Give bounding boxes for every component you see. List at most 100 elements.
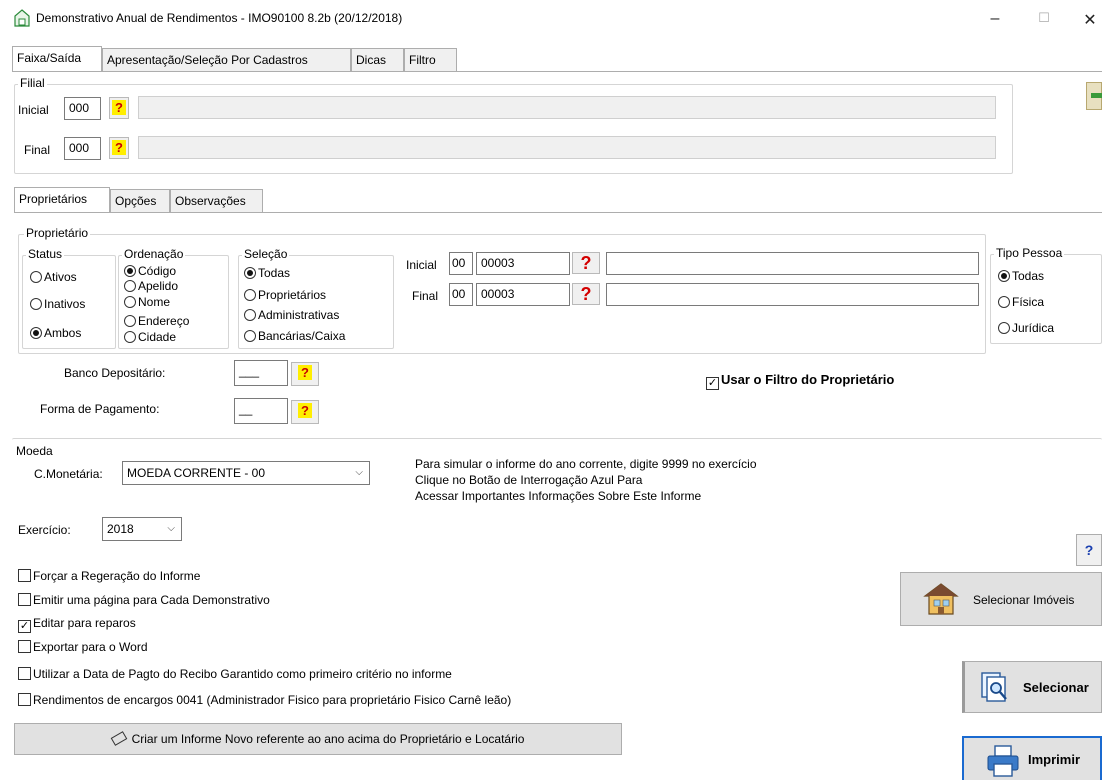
side-panel-icon[interactable] xyxy=(1086,82,1102,110)
filial-inicial-input[interactable]: 000 xyxy=(64,97,101,120)
checkbox-checked-icon: ✓ xyxy=(706,377,719,390)
eraser-icon xyxy=(110,731,127,746)
filial-final-input[interactable]: 000 xyxy=(64,137,101,160)
imprimir-button[interactable]: Imprimir xyxy=(962,736,1102,780)
forma-help-button[interactable]: ? xyxy=(291,400,319,424)
proprietario-inicial-input[interactable]: 00003 xyxy=(476,252,570,275)
ordenacao-endereco-radio[interactable]: Endereço xyxy=(124,314,189,328)
tab-strip-line xyxy=(12,71,1102,72)
editar-reparos-checkbox[interactable]: ✓ Editar para reparos xyxy=(18,616,136,633)
radio-icon xyxy=(244,309,256,321)
usar-filtro-checkbox[interactable]: ✓ Usar o Filtro do Proprietário xyxy=(706,372,894,390)
app-icon xyxy=(14,9,30,27)
proprietario-final-input[interactable]: 00003 xyxy=(476,283,570,306)
maximize-button[interactable]: ☐ xyxy=(1034,10,1054,26)
question-icon: ? xyxy=(298,403,312,418)
filial-label: Filial xyxy=(18,76,47,90)
filial-final-label: Final xyxy=(24,143,51,157)
exercicio-label: Exercício: xyxy=(18,523,71,537)
question-icon: ? xyxy=(580,284,592,304)
proprietario-final-help-button[interactable]: ? xyxy=(572,283,600,305)
tab-faixa-saida[interactable]: Faixa/Saída xyxy=(12,46,102,71)
tab-apresentacao[interactable]: Apresentação/Seleção Por Cadastros xyxy=(102,48,351,71)
question-icon: ? xyxy=(580,253,592,273)
selecao-bancarias-radio[interactable]: Bancárias/Caixa xyxy=(244,329,345,343)
imprimir-label: Imprimir xyxy=(1028,752,1081,767)
proprietario-inicial-prefix-input[interactable]: 00 xyxy=(449,252,473,275)
tipo-pessoa-label: Tipo Pessoa xyxy=(994,246,1065,260)
help-info-button[interactable]: ? xyxy=(1076,534,1102,566)
banco-help-button[interactable]: ? xyxy=(291,362,319,386)
ordenacao-nome-radio[interactable]: Nome xyxy=(124,295,170,309)
forcar-regeracao-checkbox[interactable]: Forçar a Regeração do Informe xyxy=(18,569,200,583)
minimize-button[interactable]: – xyxy=(985,10,1005,28)
tipo-pessoa-juridica-radio[interactable]: Jurídica xyxy=(998,321,1054,335)
utilizar-data-pagto-checkbox[interactable]: Utilizar a Data de Pagto do Recibo Garan… xyxy=(18,667,452,681)
question-icon: ? xyxy=(112,100,126,115)
chevron-down-icon: ⌵ xyxy=(167,523,175,534)
radio-selected-icon xyxy=(30,327,42,339)
proprietario-inicial-label: Inicial xyxy=(406,258,437,272)
exercicio-select[interactable]: 2018 ⌵ xyxy=(102,517,182,541)
radio-icon xyxy=(30,298,42,310)
status-inativos-radio[interactable]: Inativos xyxy=(30,297,85,311)
filial-inicial-description xyxy=(138,96,996,119)
tipo-pessoa-fisica-radio[interactable]: Física xyxy=(998,295,1044,309)
checkbox-icon xyxy=(18,667,31,680)
checkbox-icon xyxy=(18,593,31,606)
radio-icon xyxy=(124,296,136,308)
chevron-down-icon: ⌵ xyxy=(355,467,363,478)
proprietario-label: Proprietário xyxy=(24,226,91,240)
info-line-3: Acessar Importantes Informações Sobre Es… xyxy=(415,489,702,503)
checkbox-icon xyxy=(18,693,31,706)
tab-observacoes[interactable]: Observações xyxy=(170,189,263,212)
radio-selected-icon xyxy=(124,265,136,277)
filial-final-description xyxy=(138,136,996,159)
ordenacao-cidade-radio[interactable]: Cidade xyxy=(124,330,176,344)
exportar-word-checkbox[interactable]: Exportar para o Word xyxy=(18,640,148,654)
proprietario-final-label: Final xyxy=(412,289,439,303)
tab-proprietarios[interactable]: Proprietários xyxy=(14,187,110,212)
printer-icon xyxy=(987,745,1019,777)
status-ambos-radio[interactable]: Ambos xyxy=(30,326,81,340)
question-icon: ? xyxy=(112,140,126,155)
tab-dicas[interactable]: Dicas xyxy=(351,48,404,71)
close-button[interactable]: ✕ xyxy=(1080,10,1100,30)
title-bar: Demonstrativo Anual de Rendimentos - IMO… xyxy=(0,0,1102,40)
ordenacao-apelido-radio[interactable]: Apelido xyxy=(124,279,178,293)
forma-pagamento-input[interactable]: __ xyxy=(234,398,288,424)
radio-icon xyxy=(998,296,1010,308)
selecao-todas-radio[interactable]: Todas xyxy=(244,266,290,280)
status-ativos-radio[interactable]: Ativos xyxy=(30,270,77,284)
checkbox-icon xyxy=(18,569,31,582)
proprietario-final-prefix-input[interactable]: 00 xyxy=(449,283,473,306)
info-line-1: Para simular o informe do ano corrente, … xyxy=(415,457,757,471)
proprietario-inicial-help-button[interactable]: ? xyxy=(572,252,600,274)
selecionar-button[interactable]: Selecionar xyxy=(962,661,1102,713)
window-title: Demonstrativo Anual de Rendimentos - IMO… xyxy=(36,11,403,25)
document-search-icon xyxy=(981,672,1007,702)
selecao-proprietarios-radio[interactable]: Proprietários xyxy=(244,288,326,302)
tab-opcoes[interactable]: Opções xyxy=(110,189,170,212)
rendimentos-encargos-checkbox[interactable]: Rendimentos de encargos 0041 (Administra… xyxy=(18,693,511,707)
proprietario-inicial-description xyxy=(606,252,979,275)
forma-pagamento-label: Forma de Pagamento: xyxy=(40,402,160,416)
filial-final-help-button[interactable]: ? xyxy=(109,137,129,159)
selecao-administrativas-radio[interactable]: Administrativas xyxy=(244,308,339,322)
checkbox-icon xyxy=(18,640,31,653)
tipo-pessoa-todas-radio[interactable]: Todas xyxy=(998,269,1044,283)
selecionar-imoveis-button[interactable]: Selecionar Imóveis xyxy=(900,572,1102,626)
cmonetaria-select[interactable]: MOEDA CORRENTE - 00 ⌵ xyxy=(122,461,370,485)
proprietario-final-description xyxy=(606,283,979,306)
ordenacao-label: Ordenação xyxy=(122,247,186,261)
radio-icon xyxy=(124,315,136,327)
banco-depositario-input[interactable]: ___ xyxy=(234,360,288,386)
tab-filtro[interactable]: Filtro xyxy=(404,48,457,71)
checkbox-checked-icon: ✓ xyxy=(18,620,31,633)
ordenacao-codigo-radio[interactable]: Código xyxy=(124,264,176,278)
criar-informe-button[interactable]: Criar um Informe Novo referente ao ano a… xyxy=(14,723,622,755)
filial-inicial-help-button[interactable]: ? xyxy=(109,97,129,119)
emitir-pagina-checkbox[interactable]: Emitir uma página para Cada Demonstrativ… xyxy=(18,593,270,607)
inner-tab-strip-line xyxy=(14,212,1102,213)
radio-icon xyxy=(124,280,136,292)
